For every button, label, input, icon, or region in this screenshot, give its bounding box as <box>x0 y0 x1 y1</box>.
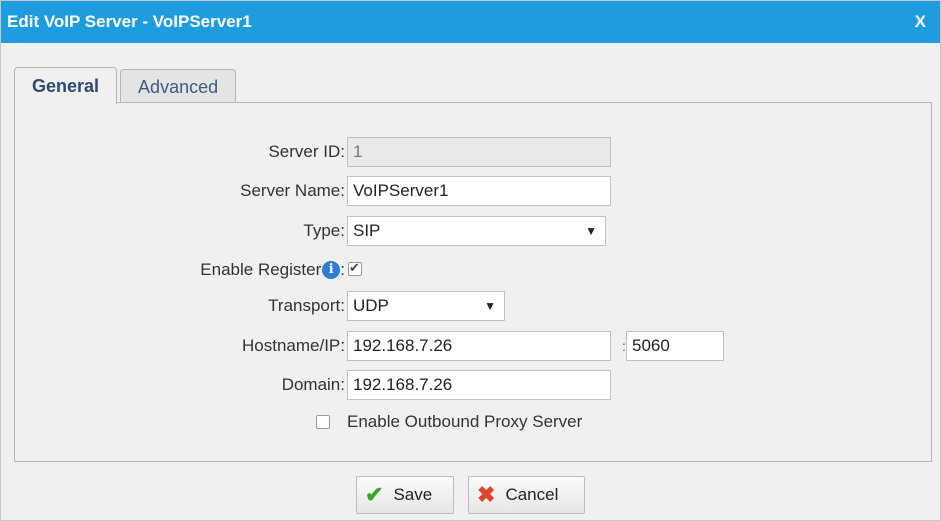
general-panel: Server ID: Server Name: Type: SIP ▼ Enab… <box>14 102 932 462</box>
transport-row: Transport: UDP ▼ <box>15 290 931 322</box>
dialog-title: Edit VoIP Server - VoIPServer1 <box>7 12 252 31</box>
server-id-label: Server ID: <box>268 142 345 161</box>
dropdown-arrow-icon: ▼ <box>585 224 597 238</box>
port-field[interactable] <box>626 331 724 361</box>
domain-row: Domain: <box>15 369 931 401</box>
transport-label: Transport: <box>268 296 345 315</box>
type-select[interactable]: SIP ▼ <box>347 216 606 246</box>
hostname-field[interactable] <box>347 331 611 361</box>
hostname-label: Hostname/IP: <box>242 336 345 355</box>
server-name-row: Server Name: <box>15 175 931 207</box>
server-name-label: Server Name: <box>240 181 345 200</box>
transport-select-value: UDP <box>353 296 389 315</box>
enable-register-row: Enable Register i: <box>15 254 931 286</box>
outbound-proxy-row: Enable Outbound Proxy Server <box>15 406 931 438</box>
cancel-button[interactable]: ✖ Cancel <box>468 476 585 514</box>
type-label: Type: <box>303 221 345 240</box>
close-icon[interactable]: X <box>915 12 926 32</box>
cancel-button-label: Cancel <box>505 485 559 504</box>
server-id-row: Server ID: <box>15 136 931 168</box>
domain-label: Domain: <box>281 375 345 394</box>
tab-bar: General Advanced <box>14 67 239 104</box>
save-button-label: Save <box>393 485 433 504</box>
transport-select[interactable]: UDP ▼ <box>347 291 505 321</box>
domain-field[interactable] <box>347 370 611 400</box>
enable-register-checkbox[interactable] <box>348 260 362 276</box>
enable-register-label-group: Enable Register i: <box>200 254 345 286</box>
type-select-value: SIP <box>353 221 381 240</box>
info-icon[interactable]: i <box>322 261 341 279</box>
dialog-titlebar: Edit VoIP Server - VoIPServer1 X <box>1 1 940 43</box>
server-id-field <box>347 137 611 167</box>
outbound-proxy-label: Enable Outbound Proxy Server <box>347 412 583 431</box>
x-icon: ✖ <box>477 482 496 507</box>
tab-general[interactable]: General <box>14 67 118 104</box>
outbound-proxy-checkbox[interactable] <box>316 415 330 429</box>
hostname-row: Hostname/IP: : <box>15 330 931 362</box>
tab-advanced[interactable]: Advanced <box>120 69 237 104</box>
enable-register-label: Enable Register <box>200 260 322 279</box>
enable-register-colon: : <box>340 260 345 279</box>
type-row: Type: SIP ▼ <box>15 215 931 247</box>
dropdown-arrow-icon: ▼ <box>484 299 496 313</box>
edit-voip-server-dialog: Edit VoIP Server - VoIPServer1 X General… <box>0 0 941 521</box>
save-button[interactable]: ✔ Save <box>356 476 454 514</box>
server-name-field[interactable] <box>347 176 611 206</box>
check-icon: ✔ <box>365 482 384 507</box>
